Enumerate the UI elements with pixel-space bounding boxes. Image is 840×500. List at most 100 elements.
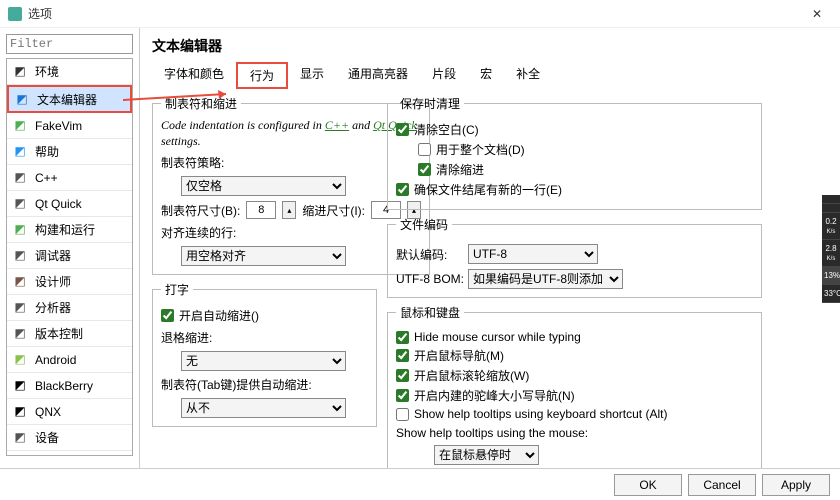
category-icon: ◩: [11, 351, 29, 369]
wholedoc-checkbox[interactable]: [418, 143, 431, 156]
tooltip-mouse-select[interactable]: 在鼠标悬停时: [434, 445, 539, 465]
group-cleanup: 保存时清理 清除空白(C) 用于整个文档(D) 清除缩进 确保文件结尾有新的一行…: [387, 95, 762, 210]
default-enc-select[interactable]: UTF-8: [468, 244, 598, 264]
tooltip-mouse-label: Show help tooltips using the mouse:: [396, 426, 588, 440]
scroll-zoom-label: 开启鼠标滚轮缩放(W): [414, 367, 529, 384]
camelcase-label: 开启内建的驼峰大小写导航(N): [414, 387, 575, 404]
sidebar-item-android[interactable]: ◩Android: [7, 347, 132, 373]
tab-1[interactable]: 行为: [236, 62, 288, 89]
tab-5[interactable]: 宏: [468, 62, 504, 89]
tab-4[interactable]: 片段: [420, 62, 468, 89]
tab-policy-select[interactable]: 仅空格: [181, 176, 346, 196]
tab-6[interactable]: 补全: [504, 62, 552, 89]
group-encoding: 文件编码 默认编码:UTF-8 UTF-8 BOM:如果编码是UTF-8则添加: [387, 216, 762, 298]
group-typing: 打字 开启自动缩进() 退格缩进: 无 制表符(Tab键)提供自动缩进: 从不: [152, 281, 377, 427]
spin-icon[interactable]: ▴: [282, 201, 296, 219]
tabsize-label: 制表符尺寸(B):: [161, 202, 240, 219]
tabsize-input[interactable]: [246, 201, 276, 219]
sidebar-item-blackberry[interactable]: ◩ BlackBerry: [7, 373, 132, 399]
tab-policy-label: 制表符策略:: [161, 154, 224, 171]
close-icon[interactable]: ✕: [802, 7, 832, 21]
sidebar-item-devices[interactable]: ◩ 设备: [7, 425, 132, 451]
app-logo-icon: [8, 7, 22, 21]
sidebar-item-texteditor[interactable]: ◩ 文本编辑器: [7, 85, 132, 113]
legend-typing: 打字: [161, 281, 193, 298]
clearblank-label: 清除空白(C): [414, 121, 479, 138]
sidebar-item-qtquick[interactable]: ◩Qt Quick: [7, 191, 132, 217]
sidebar-item-designer[interactable]: ◩ 设计师: [7, 269, 132, 295]
sidebar-item-label: C++: [35, 171, 58, 185]
category-icon: ◩: [11, 273, 29, 291]
legend-tabs-indent: 制表符和缩进: [161, 95, 241, 112]
link-cpp[interactable]: C++: [325, 118, 349, 132]
sidebar-item-analyzer[interactable]: ◩ 分析器: [7, 295, 132, 321]
autoindent-checkbox[interactable]: [161, 309, 174, 322]
clearindent-checkbox[interactable]: [418, 163, 431, 176]
sidebar-item-vcs[interactable]: ◩版本控制: [7, 321, 132, 347]
tooltip-kb-label: Show help tooltips using keyboard shortc…: [414, 407, 667, 421]
clearindent-label: 清除缩进: [436, 161, 484, 178]
bom-select[interactable]: 如果编码是UTF-8则添加: [468, 269, 623, 289]
sidebar-item-fakevim[interactable]: ◩ FakeVim: [7, 113, 132, 139]
filter-input[interactable]: [6, 34, 133, 54]
tab-3[interactable]: 通用高亮器: [336, 62, 420, 89]
sidebar-item-label: 构建和运行: [35, 221, 95, 238]
align-select[interactable]: 用空格对齐: [181, 246, 346, 266]
sidebar-item-label: 帮助: [35, 143, 59, 160]
sidebar-item-qnx[interactable]: ◩QNX: [7, 399, 132, 425]
backspace-select[interactable]: 无: [181, 351, 346, 371]
sidebar-item-help[interactable]: ◩ 帮助: [7, 139, 132, 165]
sidebar: ◩环境◩文本编辑器◩FakeVim◩帮助◩C++◩Qt Quick◩构建和运行◩…: [0, 28, 140, 468]
newline-checkbox[interactable]: [396, 183, 409, 196]
hide-cursor-label: Hide mouse cursor while typing: [414, 330, 581, 344]
sidebar-item-label: 版本控制: [35, 325, 83, 342]
sidebar-item-label: 设备: [35, 429, 59, 446]
sidebar-item-label: 分析器: [35, 299, 71, 316]
tab-2[interactable]: 显示: [288, 62, 336, 89]
default-enc-label: 默认编码:: [396, 246, 462, 263]
mouse-nav-label: 开启鼠标导航(M): [414, 347, 504, 364]
sidebar-item-buildrun[interactable]: ◩构建和运行: [7, 217, 132, 243]
page-title: 文本编辑器: [152, 36, 828, 56]
ok-button[interactable]: OK: [614, 474, 682, 496]
tooltip-kb-checkbox[interactable]: [396, 408, 409, 421]
category-icon: ◩: [11, 63, 29, 81]
tab-bar: 字体和颜色行为显示通用高亮器片段宏补全: [152, 62, 828, 89]
group-mouse: 鼠标和键盘 Hide mouse cursor while typing 开启鼠…: [387, 304, 762, 468]
sidebar-item-label: 调试器: [35, 247, 71, 264]
backspace-label: 退格缩进:: [161, 329, 212, 346]
category-list: ◩环境◩文本编辑器◩FakeVim◩帮助◩C++◩Qt Quick◩构建和运行◩…: [6, 58, 133, 456]
sidebar-item-label: 环境: [35, 63, 59, 80]
sidebar-item-label: 设计师: [35, 273, 71, 290]
legend-mouse: 鼠标和键盘: [396, 304, 464, 321]
hide-cursor-checkbox[interactable]: [396, 331, 409, 344]
mouse-nav-checkbox[interactable]: [396, 349, 409, 362]
tab-0[interactable]: 字体和颜色: [152, 62, 236, 89]
sidebar-item-label: BlackBerry: [35, 379, 93, 393]
scroll-zoom-checkbox[interactable]: [396, 369, 409, 382]
category-icon: ◩: [11, 143, 29, 161]
newline-label: 确保文件结尾有新的一行(E): [414, 181, 562, 198]
camelcase-checkbox[interactable]: [396, 389, 409, 402]
button-bar: OK Cancel Apply: [0, 468, 840, 500]
tabkey-select[interactable]: 从不: [181, 398, 346, 418]
sidebar-item-cpp[interactable]: ◩ C++: [7, 165, 132, 191]
category-icon: ◩: [11, 377, 29, 395]
sidebar-item-debugger[interactable]: ◩ 调试器: [7, 243, 132, 269]
sidebar-item-label: QNX: [35, 405, 61, 419]
category-icon: ◩: [11, 429, 29, 447]
category-icon: ◩: [11, 247, 29, 265]
clearblank-checkbox[interactable]: [396, 123, 409, 136]
category-icon: ◩: [11, 117, 29, 135]
category-icon: ◩: [11, 299, 29, 317]
sidebar-item-label: 文本编辑器: [37, 91, 97, 108]
category-icon: ◩: [13, 90, 31, 108]
sidebar-item-label: Qt Quick: [35, 197, 82, 211]
titlebar: 选项 ✕: [0, 0, 840, 28]
sidebar-item-label: FakeVim: [35, 119, 82, 133]
cancel-button[interactable]: Cancel: [688, 474, 756, 496]
apply-button[interactable]: Apply: [762, 474, 830, 496]
sidebar-item-env[interactable]: ◩ 环境: [7, 59, 132, 85]
window-title: 选项: [28, 5, 802, 22]
category-icon: ◩: [11, 169, 29, 187]
